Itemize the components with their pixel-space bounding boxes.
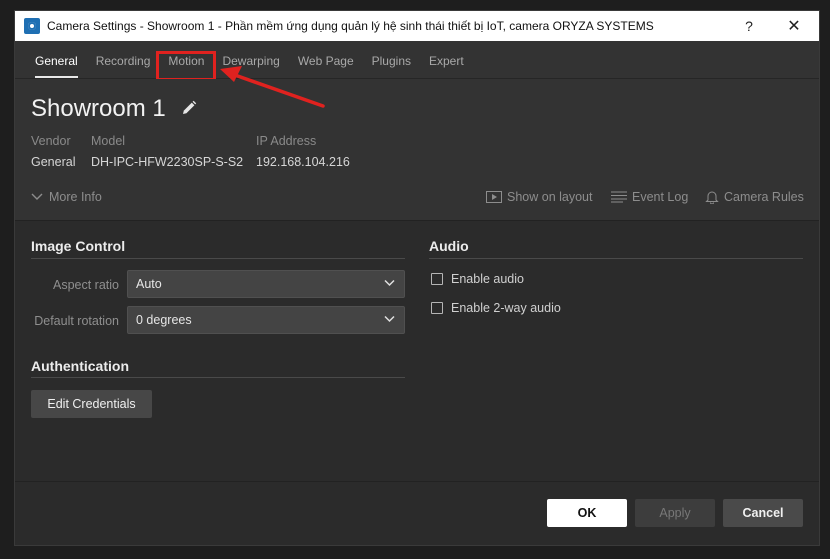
- default-rotation-select[interactable]: 0 degrees: [127, 306, 405, 334]
- window-title: Camera Settings - Showroom 1 - Phần mềm …: [47, 19, 654, 33]
- aspect-ratio-label: Aspect ratio: [52, 278, 119, 292]
- ip-label: IP Address: [256, 134, 317, 148]
- enable-2way-audio-checkbox[interactable]: Enable 2-way audio: [431, 301, 561, 315]
- model-block: Model DH-IPC-HFW2230SP-S-S2: [91, 134, 243, 169]
- enable-audio-checkbox[interactable]: Enable audio: [431, 272, 524, 286]
- default-rotation-value: 0 degrees: [136, 313, 192, 327]
- vendor-block: Vendor General: [31, 134, 75, 169]
- vendor-label: Vendor: [31, 134, 71, 148]
- tab-web-page[interactable]: Web Page: [289, 54, 363, 78]
- tab-motion[interactable]: Motion: [156, 51, 217, 81]
- dialog-footer: OK Apply Cancel: [15, 481, 819, 545]
- app-icon: [24, 18, 40, 34]
- show-on-layout-label: Show on layout: [507, 190, 593, 204]
- help-button[interactable]: ?: [729, 11, 769, 41]
- camera-settings-dialog: Camera Settings - Showroom 1 - Phần mềm …: [14, 10, 820, 546]
- play-screen-icon: [486, 191, 502, 203]
- tab-expert[interactable]: Expert: [420, 54, 473, 78]
- tab-general[interactable]: General: [26, 54, 87, 78]
- aspect-ratio-value: Auto: [136, 277, 162, 291]
- camera-rules-button[interactable]: Camera Rules: [705, 190, 804, 204]
- edit-credentials-button[interactable]: Edit Credentials: [31, 390, 152, 418]
- pencil-icon[interactable]: [181, 100, 197, 116]
- default-rotation-label: Default rotation: [34, 314, 119, 328]
- event-log-label: Event Log: [632, 190, 689, 204]
- checkbox-box[interactable]: [431, 273, 443, 285]
- checkbox-box[interactable]: [431, 302, 443, 314]
- image-control-title: Image Control: [31, 238, 126, 254]
- model-value: DH-IPC-HFW2230SP-S-S2: [91, 155, 244, 169]
- bell-icon: [705, 191, 719, 204]
- image-control-divider: [31, 258, 405, 259]
- settings-content: Image Control Aspect ratio Auto Default …: [15, 222, 819, 481]
- more-info-toggle[interactable]: More Info: [31, 190, 102, 204]
- more-info-label: More Info: [49, 190, 102, 204]
- authentication-divider: [31, 377, 405, 378]
- enable-2way-audio-label: Enable 2-way audio: [451, 301, 561, 315]
- ok-button[interactable]: OK: [547, 499, 627, 527]
- enable-audio-label: Enable audio: [451, 272, 524, 286]
- ip-block: IP Address 192.168.104.216: [256, 134, 350, 169]
- close-button[interactable]: ✕: [774, 11, 814, 41]
- apply-button[interactable]: Apply: [635, 499, 715, 527]
- camera-name: Showroom 1: [31, 95, 166, 122]
- camera-rules-label: Camera Rules: [724, 190, 804, 204]
- camera-header: Showroom 1 Vendor General Model DH-IPC-H…: [15, 79, 819, 221]
- show-on-layout-button[interactable]: Show on layout: [486, 190, 592, 204]
- chevron-down-icon: [384, 315, 395, 323]
- model-label: Model: [91, 134, 126, 148]
- aspect-ratio-select[interactable]: Auto: [127, 270, 405, 298]
- tab-bar: General Recording Motion Dewarping Web P…: [15, 41, 819, 81]
- tab-recording[interactable]: Recording: [87, 54, 160, 78]
- audio-divider: [429, 258, 803, 259]
- chevron-down-icon: [384, 279, 395, 287]
- tab-plugins[interactable]: Plugins: [363, 54, 420, 78]
- chevron-down-icon: [31, 193, 43, 200]
- tab-dewarping[interactable]: Dewarping: [213, 54, 288, 78]
- list-icon: [611, 191, 627, 203]
- audio-title: Audio: [429, 238, 469, 254]
- vendor-value: General: [31, 155, 76, 169]
- title-bar: Camera Settings - Showroom 1 - Phần mềm …: [15, 11, 819, 41]
- authentication-title: Authentication: [31, 358, 129, 374]
- event-log-button[interactable]: Event Log: [611, 190, 688, 204]
- ip-value: 192.168.104.216: [256, 155, 350, 169]
- cancel-button[interactable]: Cancel: [723, 499, 803, 527]
